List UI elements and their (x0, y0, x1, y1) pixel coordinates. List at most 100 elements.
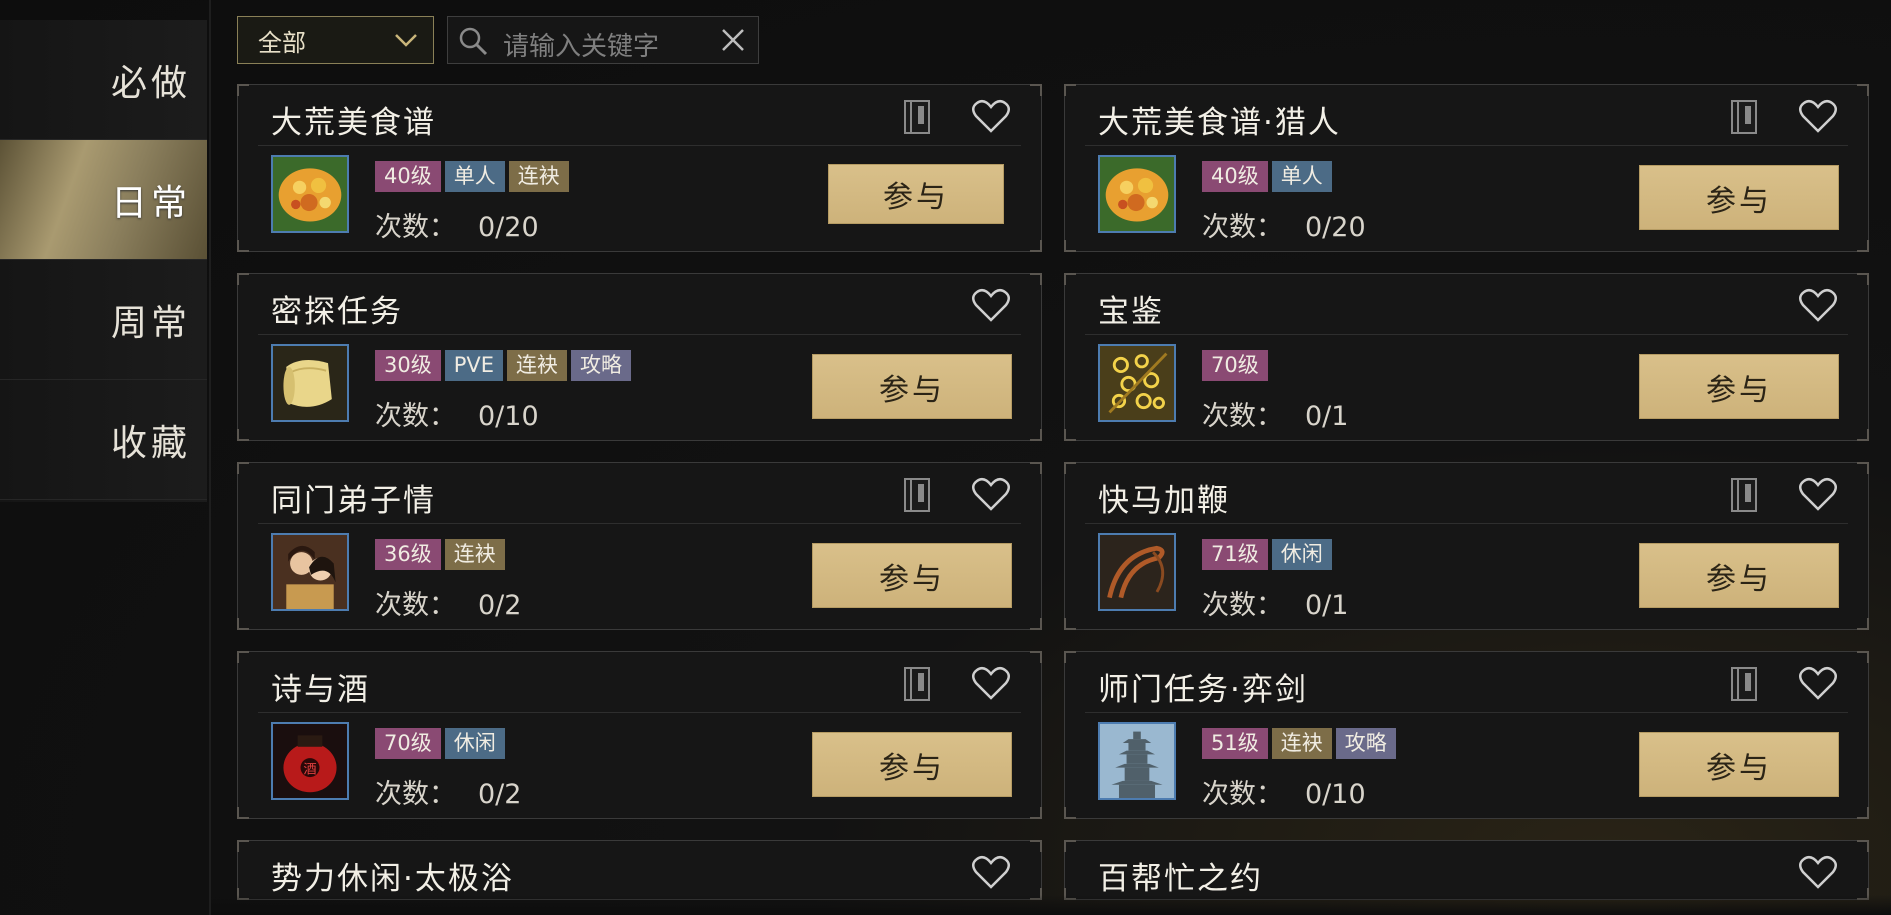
activity-card[interactable]: 师门任务·弈剑 51级 连袂 攻略 次数： 0/10 参与 (1064, 651, 1869, 819)
join-button[interactable]: 参与 (812, 543, 1012, 608)
count-value: 0/10 (478, 401, 539, 432)
activity-tag: 攻略 (1335, 728, 1396, 759)
activity-tag: 30级 (375, 350, 441, 381)
activity-tag: 单人 (444, 161, 505, 192)
count-label: 次数： (375, 779, 456, 810)
card-corner (237, 240, 249, 252)
card-corner (237, 618, 249, 630)
count-value: 0/20 (1305, 212, 1366, 243)
card-corner (1030, 240, 1042, 252)
nav-tab-daily[interactable]: 日常 (0, 140, 207, 260)
activity-card[interactable]: 同门弟子情 36级 连袂 次数： 0/2 参与 (237, 462, 1042, 630)
attempt-count: 次数： 0/2 (375, 772, 521, 811)
search-box[interactable]: 请输入关键字 (447, 16, 759, 64)
activity-card[interactable]: 大荒美食谱 40级 单人 连袂 次数： 0/20 参与 (237, 84, 1042, 252)
guide-book-icon[interactable] (902, 665, 934, 703)
activity-tag: 休闲 (1271, 539, 1332, 570)
favorite-heart-icon[interactable] (971, 665, 1011, 701)
sidebar-divider (209, 0, 211, 915)
activity-tag: 40级 (375, 161, 441, 192)
nav-tab-weekly[interactable]: 周常 (0, 260, 207, 380)
tag-list: 51级 连袂 攻略 (1202, 728, 1396, 759)
join-button[interactable]: 参与 (828, 164, 1004, 224)
join-button[interactable]: 参与 (812, 354, 1012, 419)
activity-tag: 51级 (1202, 728, 1268, 759)
activity-tag: 连袂 (444, 539, 505, 570)
card-corner (1064, 462, 1076, 474)
svg-text:酒: 酒 (303, 761, 316, 777)
activity-title: 快马加鞭 (1098, 483, 1230, 519)
whip-icon (1098, 533, 1176, 611)
favorite-heart-icon[interactable] (1798, 98, 1838, 134)
card-corner (1857, 462, 1869, 474)
count-value: 0/1 (1305, 401, 1349, 432)
tag-list: 70级 (1202, 350, 1268, 381)
favorite-heart-icon[interactable] (1798, 287, 1838, 323)
food-dish-icon (1098, 155, 1176, 233)
activity-card[interactable]: 快马加鞭 71级 休闲次数： 0/1 参与 (1064, 462, 1869, 630)
scroll-icon (271, 344, 349, 422)
join-button[interactable]: 参与 (1639, 732, 1839, 797)
count-value: 0/2 (478, 590, 522, 621)
category-dropdown[interactable]: 全部 (237, 16, 434, 64)
card-corner (237, 462, 249, 474)
activity-card[interactable]: 宝鉴 70级次数： 0/1 参与 (1064, 273, 1869, 441)
activity-card[interactable]: 百帮忙之约 (1064, 840, 1869, 900)
favorite-heart-icon[interactable] (1798, 854, 1838, 890)
favorite-heart-icon[interactable] (971, 98, 1011, 134)
tag-list: 70级 休闲 (375, 728, 505, 759)
card-corner (1857, 84, 1869, 96)
card-corner (237, 840, 249, 852)
count-label: 次数： (1202, 779, 1283, 810)
guide-book-icon[interactable] (1729, 476, 1761, 514)
attempt-count: 次数： 0/20 (375, 205, 539, 244)
guide-book-icon[interactable] (902, 98, 934, 136)
join-button[interactable]: 参与 (1639, 354, 1839, 419)
activity-card[interactable]: 势力休闲·太极浴 (237, 840, 1042, 900)
card-corner (1857, 429, 1869, 441)
wine-jar-icon: 酒 (271, 722, 349, 800)
guide-book-icon[interactable] (902, 476, 934, 514)
join-button[interactable]: 参与 (812, 732, 1012, 797)
guide-book-icon[interactable] (1729, 665, 1761, 703)
card-corner (1064, 429, 1076, 441)
count-label: 次数： (1202, 401, 1283, 432)
tag-list: 40级 单人 (1202, 161, 1332, 192)
nav-tab-label: 收藏 (110, 422, 191, 464)
search-input[interactable]: 请输入关键字 (503, 26, 659, 63)
pagoda-icon (1098, 722, 1176, 800)
favorite-heart-icon[interactable] (1798, 665, 1838, 701)
attempt-count: 次数： 0/1 (1202, 394, 1348, 433)
activity-title: 密探任务 (271, 294, 403, 330)
card-corner (1030, 462, 1042, 474)
nav-tab-favorites[interactable]: 收藏 (0, 380, 207, 500)
card-corner (1857, 807, 1869, 819)
favorite-heart-icon[interactable] (1798, 476, 1838, 512)
favorite-heart-icon[interactable] (971, 854, 1011, 890)
card-corner (1030, 840, 1042, 852)
favorite-heart-icon[interactable] (971, 287, 1011, 323)
activity-title: 诗与酒 (271, 672, 370, 708)
activity-title: 百帮忙之约 (1098, 861, 1263, 897)
activity-card[interactable]: 诗与酒酒 70级 休闲次数： 0/2 参与 (237, 651, 1042, 819)
card-corner (237, 273, 249, 285)
coins-icon (1098, 344, 1176, 422)
activity-tag: 71级 (1202, 539, 1268, 570)
activity-card[interactable]: 大荒美食谱·猎人 40级 单人 次数： 0/20 参与 (1064, 84, 1869, 252)
attempt-count: 次数： 0/1 (1202, 583, 1348, 622)
join-button[interactable]: 参与 (1639, 543, 1839, 608)
activity-title: 大荒美食谱 (271, 105, 436, 141)
search-icon (459, 27, 488, 56)
card-corner (1857, 240, 1869, 252)
clear-icon[interactable] (718, 25, 748, 55)
attempt-count: 次数： 0/10 (1202, 772, 1366, 811)
activity-tag: 连袂 (507, 350, 568, 381)
activity-title: 宝鉴 (1098, 294, 1164, 330)
guide-book-icon[interactable] (1729, 98, 1761, 136)
favorite-heart-icon[interactable] (971, 476, 1011, 512)
join-button[interactable]: 参与 (1639, 165, 1839, 230)
card-corner (237, 651, 249, 663)
nav-tab-must-do[interactable]: 必做 (0, 20, 207, 140)
activity-tag: 连袂 (1271, 728, 1332, 759)
activity-card[interactable]: 密探任务 30级 PVE 连袂 攻略 次数： 0/10 参与 (237, 273, 1042, 441)
